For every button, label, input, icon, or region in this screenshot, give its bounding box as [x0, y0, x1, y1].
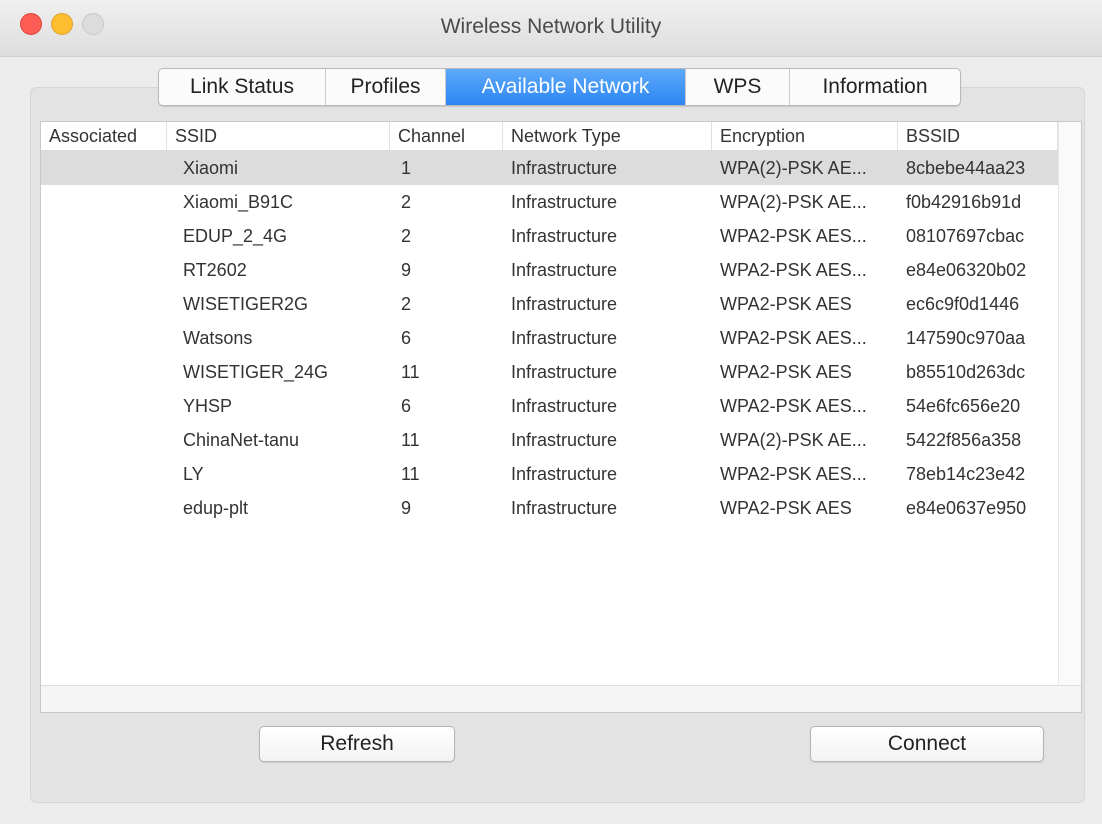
cell-bssid: e84e06320b02	[906, 260, 1027, 280]
table-row[interactable]: Xiaomi_B91C 2 Infrastructure WPA(2)-PSK AE.…	[41, 185, 1058, 219]
cell-network-type: Infrastructure	[511, 260, 618, 280]
cell-network-type: Infrastructure	[511, 430, 618, 450]
cell-bssid: ec6c9f0d1446	[906, 294, 1020, 314]
network-table: Associated SSID Channel Network Type Enc…	[40, 121, 1082, 713]
cell-associated	[41, 253, 167, 287]
column-header-network-type[interactable]: Network Type	[503, 122, 712, 150]
table-row[interactable]: Xiaomi 1 Infrastructure WPA(2)-PSK AE... 8cb…	[41, 151, 1058, 185]
cell-associated	[41, 185, 167, 219]
cell-network-type: Infrastructure	[511, 294, 618, 314]
cell-network-type: Infrastructure	[511, 192, 618, 212]
cell-bssid: 78eb14c23e42	[906, 464, 1026, 484]
cell-associated	[41, 423, 167, 457]
refresh-button[interactable]: Refresh	[259, 726, 455, 762]
tab-bar: Link Status Profiles Available Network W…	[158, 68, 961, 106]
cell-channel: 9	[401, 498, 412, 518]
cell-network-type: Infrastructure	[511, 498, 618, 518]
cell-channel: 11	[401, 430, 420, 450]
cell-ssid: edup-plt	[183, 498, 249, 518]
cell-encryption: WPA2-PSK AES...	[720, 260, 867, 280]
column-header-bssid[interactable]: BSSID	[898, 122, 1058, 150]
cell-bssid: 54e6fc656e20	[906, 396, 1021, 416]
cell-bssid: e84e0637e950	[906, 498, 1027, 518]
vertical-scrollbar[interactable]	[1058, 122, 1081, 685]
cell-associated	[41, 355, 167, 389]
cell-network-type: Infrastructure	[511, 226, 618, 246]
column-header-associated[interactable]: Associated	[41, 122, 167, 150]
table-row[interactable]: WISETIGER_24G 11 Infrastructure WPA2-PSK AE…	[41, 355, 1058, 389]
cell-ssid: WISETIGER_24G	[183, 362, 329, 382]
cell-encryption: WPA2-PSK AES...	[720, 226, 867, 246]
table-row[interactable]: edup-plt 9 Infrastructure WPA2-PSK AES e84e0…	[41, 491, 1058, 525]
cell-channel: 6	[401, 396, 412, 416]
cell-channel: 1	[401, 158, 412, 178]
cell-encryption: WPA2-PSK AES	[720, 362, 852, 382]
cell-ssid: Xiaomi	[183, 158, 239, 178]
cell-channel: 6	[401, 328, 412, 348]
horizontal-scrollbar[interactable]	[41, 685, 1081, 712]
table-row[interactable]: RT2602 9 Infrastructure WPA2-PSK AES... e84e…	[41, 253, 1058, 287]
cell-ssid: YHSP	[183, 396, 233, 416]
tab-link-status[interactable]: Link Status	[159, 69, 326, 105]
cell-encryption: WPA2-PSK AES...	[720, 464, 867, 484]
cell-encryption: WPA(2)-PSK AE...	[720, 430, 867, 450]
column-header-encryption[interactable]: Encryption	[712, 122, 898, 150]
cell-channel: 2	[401, 294, 412, 314]
app-window: Wireless Network Utility Link Status Pro…	[0, 0, 1102, 824]
cell-bssid: 08107697cbac	[906, 226, 1025, 246]
table-header: Associated SSID Channel Network Type Enc…	[41, 122, 1058, 151]
column-header-channel[interactable]: Channel	[390, 122, 503, 150]
cell-network-type: Infrastructure	[511, 396, 618, 416]
cell-associated	[41, 219, 167, 253]
window-title: Wireless Network Utility	[440, 15, 662, 38]
cell-encryption: WPA(2)-PSK AE...	[720, 158, 867, 178]
cell-associated	[41, 457, 167, 491]
cell-ssid: ChinaNet-tanu	[183, 430, 300, 450]
tab-wps[interactable]: WPS	[686, 69, 790, 105]
tab-information[interactable]: Information	[790, 69, 960, 105]
title-bar[interactable]: Wireless Network Utility	[0, 0, 1102, 57]
cell-ssid: Xiaomi_B91C	[183, 192, 294, 212]
cell-channel: 2	[401, 226, 412, 246]
column-header-ssid[interactable]: SSID	[167, 122, 390, 150]
table-row[interactable]: YHSP 6 Infrastructure WPA2-PSK AES... 54e6fc…	[41, 389, 1058, 423]
cell-bssid: 8cbebe44aa23	[906, 158, 1026, 178]
cell-associated	[41, 287, 167, 321]
cell-bssid: 147590c970aa	[906, 328, 1026, 348]
cell-encryption: WPA2-PSK AES	[720, 294, 852, 314]
cell-bssid: f0b42916b91d	[906, 192, 1022, 212]
cell-encryption: WPA2-PSK AES	[720, 498, 852, 518]
cell-bssid: b85510d263dc	[906, 362, 1026, 382]
table-row[interactable]: LY 11 Infrastructure WPA2-PSK AES... 78eb14c…	[41, 457, 1058, 491]
cell-network-type: Infrastructure	[511, 328, 618, 348]
cell-channel: 2	[401, 192, 412, 212]
cell-ssid: LY	[183, 464, 204, 484]
table-row[interactable]: EDUP_2_4G 2 Infrastructure WPA2-PSK AES... 0…	[41, 219, 1058, 253]
cell-ssid: RT2602	[183, 260, 247, 280]
tab-available-network[interactable]: Available Network	[446, 69, 686, 105]
table-row[interactable]: Watsons 6 Infrastructure WPA2-PSK AES... 147…	[41, 321, 1058, 355]
cell-associated	[41, 321, 167, 355]
cell-bssid: 5422f856a358	[906, 430, 1022, 450]
cell-channel: 11	[401, 464, 420, 484]
cell-network-type: Infrastructure	[511, 464, 618, 484]
cell-associated	[41, 389, 167, 423]
table-row[interactable]: ChinaNet-tanu 11 Infrastructure WPA(2)-PSK …	[41, 423, 1058, 457]
cell-encryption: WPA2-PSK AES...	[720, 328, 867, 348]
cell-encryption: WPA(2)-PSK AE...	[720, 192, 867, 212]
cell-ssid: Watsons	[183, 328, 253, 348]
connect-button[interactable]: Connect	[810, 726, 1044, 762]
cell-ssid: EDUP_2_4G	[183, 226, 288, 246]
tab-profiles[interactable]: Profiles	[326, 69, 446, 105]
cell-associated	[41, 491, 167, 525]
table-row[interactable]: WISETIGER2G 2 Infrastructure WPA2-PSK AES ec…	[41, 287, 1058, 321]
cell-channel: 9	[401, 260, 412, 280]
cell-channel: 11	[401, 362, 420, 382]
cell-network-type: Infrastructure	[511, 158, 618, 178]
cell-ssid: WISETIGER2G	[183, 294, 309, 314]
table-body: Xiaomi 1 Infrastructure WPA(2)-PSK AE... 8cb…	[41, 151, 1058, 525]
cell-network-type: Infrastructure	[511, 362, 618, 382]
cell-associated	[41, 151, 167, 185]
cell-encryption: WPA2-PSK AES...	[720, 396, 867, 416]
